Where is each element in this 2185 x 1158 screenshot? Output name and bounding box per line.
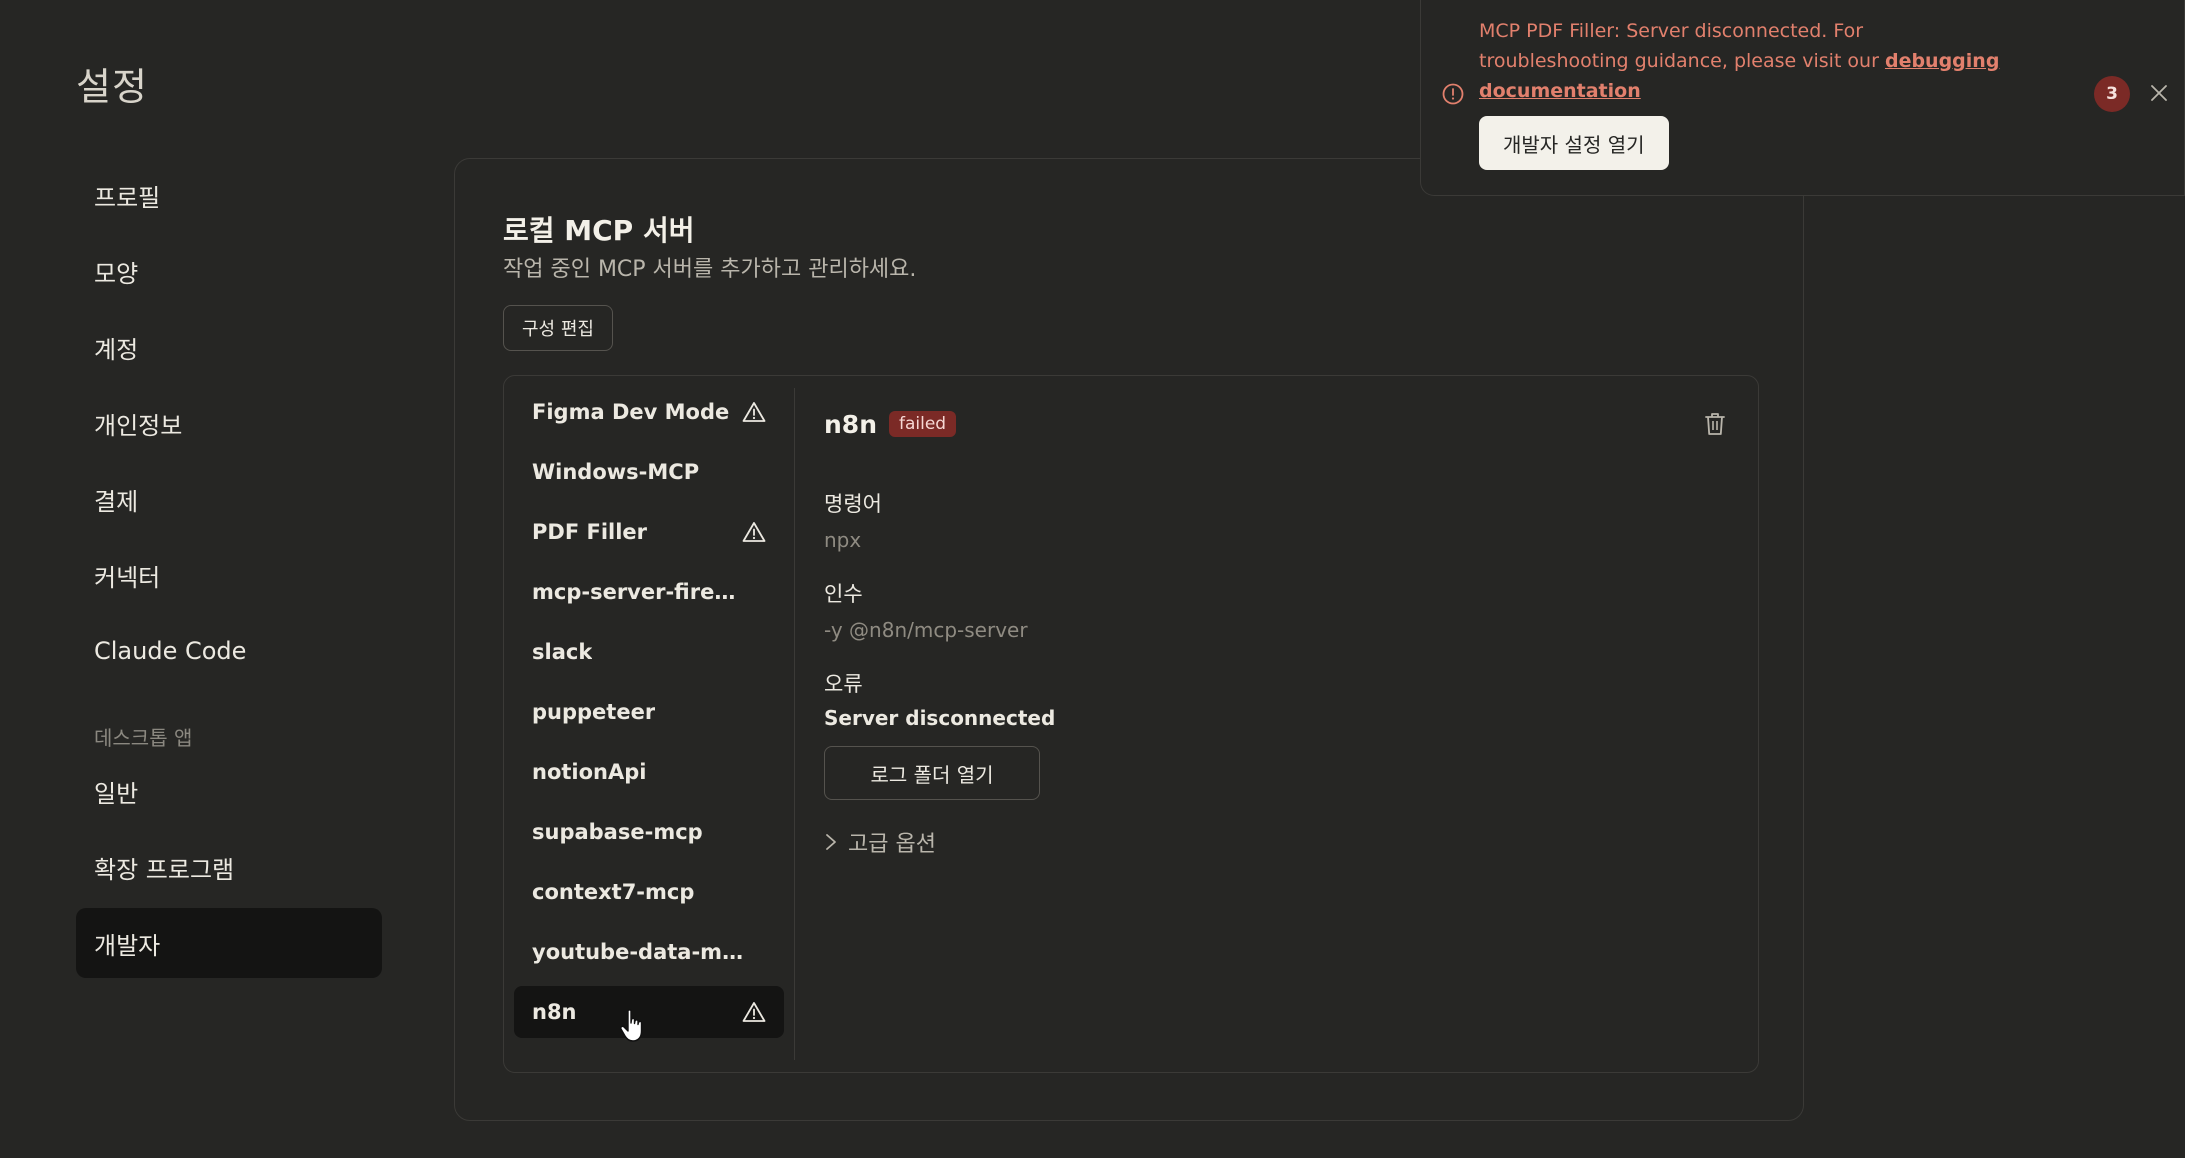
open-developer-settings-button[interactable]: 개발자 설정 열기 <box>1479 116 1669 170</box>
toast-line-1: MCP PDF Filler: Server disconnected. For <box>1479 20 1864 42</box>
server-manager: Figma Dev Mode Windows-MCP PDF Filler mc… <box>503 375 1759 1073</box>
server-item-windows-mcp[interactable]: Windows-MCP <box>514 446 784 498</box>
panel-heading: 로컬 MCP 서버 <box>503 214 695 247</box>
sidebar-item-billing[interactable]: 결제 <box>76 464 382 534</box>
sidebar-item-connectors[interactable]: 커넥터 <box>76 540 382 610</box>
server-name: mcp-server-firecr... <box>532 580 747 604</box>
debugging-link[interactable]: debugging <box>1885 50 1999 72</box>
server-name: slack <box>532 640 593 664</box>
detail-server-name: n8n <box>824 409 877 439</box>
trash-icon[interactable] <box>1704 411 1726 437</box>
sidebar-item-claude-code[interactable]: Claude Code <box>76 616 382 686</box>
toast-message: MCP PDF Filler: Server disconnected. For… <box>1479 16 2099 106</box>
sidebar-item-appearance[interactable]: 모양 <box>76 236 382 306</box>
server-item-youtube-data-mcp[interactable]: youtube-data-mcp... <box>514 926 784 978</box>
server-detail: n8n failed 명령어 npx 인수 -y @n8n/mcp-server… <box>824 406 1734 1046</box>
list-divider <box>794 388 795 1060</box>
toast-line-2-text: troubleshooting guidance, please visit o… <box>1479 50 1879 72</box>
chevron-right-icon <box>826 834 836 850</box>
server-name: youtube-data-mcp... <box>532 940 747 964</box>
sidebar-item-extensions[interactable]: 확장 프로그램 <box>76 832 382 902</box>
sidebar-group-label: 데스크톱 앱 <box>94 725 193 750</box>
advanced-options-label: 고급 옵션 <box>848 832 936 857</box>
server-item-figma-dev-mode[interactable]: Figma Dev Mode <box>514 386 784 438</box>
warning-icon <box>742 1002 766 1022</box>
close-icon[interactable] <box>2146 80 2172 106</box>
server-name: notionApi <box>532 760 647 784</box>
sidebar-item-developer[interactable]: 개발자 <box>76 908 382 978</box>
open-log-folder-button[interactable]: 로그 폴더 열기 <box>824 746 1040 800</box>
info-circle-icon <box>1442 83 1464 105</box>
server-item-n8n[interactable]: n8n <box>514 986 784 1038</box>
server-item-pdf-filler[interactable]: PDF Filler <box>514 506 784 558</box>
server-item-context7-mcp[interactable]: context7-mcp <box>514 866 784 918</box>
server-name: Figma Dev Mode <box>532 400 730 424</box>
status-badge: failed <box>889 411 957 437</box>
server-name: PDF Filler <box>532 520 648 544</box>
server-name: supabase-mcp <box>532 820 703 844</box>
documentation-link[interactable]: documentation <box>1479 80 1641 102</box>
server-item-supabase-mcp[interactable]: supabase-mcp <box>514 806 784 858</box>
server-name: puppeteer <box>532 700 656 724</box>
server-item-slack[interactable]: slack <box>514 626 784 678</box>
sidebar-item-account[interactable]: 계정 <box>76 312 382 382</box>
server-name: n8n <box>532 1000 577 1024</box>
sidebar-item-general[interactable]: 일반 <box>76 756 382 826</box>
error-value: Server disconnected <box>824 706 1056 730</box>
command-label: 명령어 <box>824 492 882 516</box>
sidebar-item-privacy[interactable]: 개인정보 <box>76 388 382 458</box>
server-item-puppeteer[interactable]: puppeteer <box>514 686 784 738</box>
server-name: context7-mcp <box>532 880 695 904</box>
page-title: 설정 <box>76 65 148 109</box>
settings-sidebar: 프로필 모양 계정 개인정보 결제 커넥터 Claude Code 데스크톱 앱… <box>76 160 382 984</box>
server-item-notionapi[interactable]: notionApi <box>514 746 784 798</box>
error-label: 오류 <box>824 672 863 696</box>
args-value: -y @n8n/mcp-server <box>824 618 1028 642</box>
toast-line-2: troubleshooting guidance, please visit o… <box>1479 46 2099 76</box>
server-list: Figma Dev Mode Windows-MCP PDF Filler mc… <box>514 386 784 1046</box>
server-name: Windows-MCP <box>532 460 700 484</box>
panel-subtitle: 작업 중인 MCP 서버를 추가하고 관리하세요. <box>503 257 917 282</box>
command-value: npx <box>824 528 862 552</box>
server-item-firecrawl[interactable]: mcp-server-firecr... <box>514 566 784 618</box>
error-toast: MCP PDF Filler: Server disconnected. For… <box>1420 0 2185 196</box>
settings-page: 설정 프로필 모양 계정 개인정보 결제 커넥터 Claude Code 데스크… <box>0 0 2185 1158</box>
detail-header: n8n failed <box>824 406 1734 442</box>
warning-icon <box>742 522 766 542</box>
edit-config-button[interactable]: 구성 편집 <box>503 305 613 351</box>
mcp-servers-panel: 로컬 MCP 서버 작업 중인 MCP 서버를 추가하고 관리하세요. 구성 편… <box>454 158 1804 1121</box>
sidebar-item-profile[interactable]: 프로필 <box>76 160 382 230</box>
warning-icon <box>742 402 766 422</box>
advanced-options-toggle[interactable]: 고급 옵션 <box>824 826 936 858</box>
notification-count-badge: 3 <box>2094 76 2130 112</box>
args-label: 인수 <box>824 582 863 606</box>
